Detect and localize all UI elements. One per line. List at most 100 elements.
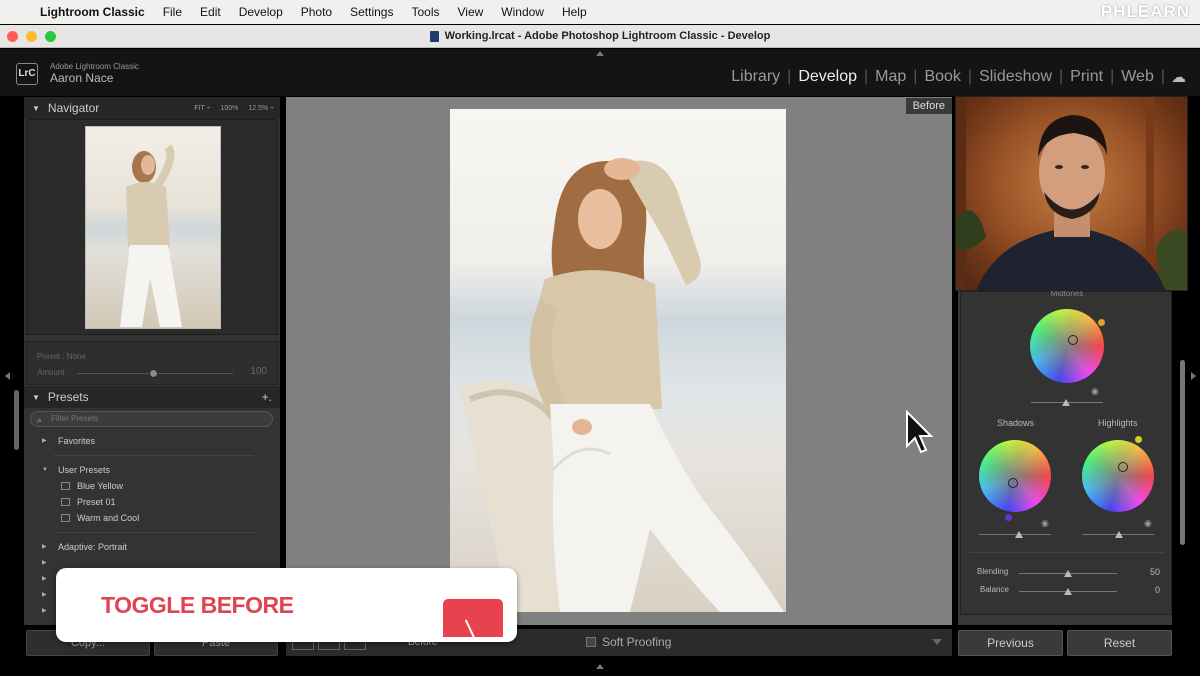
module-book[interactable]: Book xyxy=(917,68,967,86)
expand-triangle-icon: ▶ xyxy=(42,592,47,598)
menu-file[interactable]: File xyxy=(163,5,182,19)
module-separator: | xyxy=(1160,68,1165,85)
shadows-wheel-handle[interactable] xyxy=(1008,478,1018,488)
module-slideshow[interactable]: Slideshow xyxy=(972,68,1059,86)
soft-proofing-checkbox[interactable] xyxy=(586,637,596,647)
menu-window[interactable]: Window xyxy=(501,5,544,19)
balance-slider-knob[interactable] xyxy=(1064,588,1072,595)
preset-icon xyxy=(61,482,70,490)
highlights-luminance-knob[interactable] xyxy=(1115,531,1123,538)
preset-group-user-presets[interactable]: ▼ User Presets xyxy=(24,462,280,478)
menu-photo[interactable]: Photo xyxy=(301,5,332,19)
zoom-custom[interactable]: 12.5% ÷ xyxy=(248,105,274,112)
menu-tools[interactable]: Tools xyxy=(411,5,439,19)
preset-item-label: Blue Yellow xyxy=(77,481,124,491)
blending-slider-knob[interactable] xyxy=(1064,570,1072,577)
collapse-triangle-icon: ▼ xyxy=(32,392,40,402)
preset-icon xyxy=(61,498,70,506)
midtones-wheel-handle[interactable] xyxy=(1068,335,1078,345)
menu-develop[interactable]: Develop xyxy=(239,5,283,19)
main-photo[interactable] xyxy=(450,109,786,612)
module-develop[interactable]: Develop xyxy=(791,68,864,86)
minimize-window-button[interactable] xyxy=(26,31,37,42)
top-panel-toggle-icon[interactable] xyxy=(596,51,604,56)
window-title-bar: Working.lrcat - Adobe Photoshop Lightroo… xyxy=(0,25,1200,48)
menu-help[interactable]: Help xyxy=(562,5,587,19)
highlights-hue-marker[interactable] xyxy=(1135,436,1142,443)
balance-label: Balance xyxy=(980,585,1009,594)
module-library[interactable]: Library xyxy=(724,68,787,86)
menu-view[interactable]: View xyxy=(457,5,483,19)
menu-lightroom-classic[interactable]: Lightroom Classic xyxy=(40,5,145,19)
catalog-file-icon xyxy=(429,30,439,42)
shadows-color-wheel[interactable] xyxy=(979,440,1051,512)
close-window-button[interactable] xyxy=(7,31,18,42)
expand-triangle-icon: ▶ xyxy=(42,576,47,582)
preset-amount-panel: Preset : None Amount 100 xyxy=(26,341,278,385)
soft-proofing-toggle[interactable]: Soft Proofing xyxy=(586,635,671,649)
preset-item-preset-01[interactable]: Preset 01 xyxy=(24,494,280,510)
preset-group-label: Favorites xyxy=(58,436,96,446)
presenter-figure xyxy=(956,97,1187,290)
highlights-eye-icon[interactable]: ◉ xyxy=(1144,518,1152,529)
image-view[interactable]: Before xyxy=(286,97,952,625)
menu-edit[interactable]: Edit xyxy=(200,5,221,19)
blending-value[interactable]: 50 xyxy=(1150,567,1160,577)
identity-user-name: Aaron Nace xyxy=(50,71,114,85)
navigator-header[interactable]: ▼ Navigator FIT ÷ 100% 12.5% ÷ xyxy=(24,97,280,119)
toolbar-content-menu-icon[interactable] xyxy=(932,639,942,645)
left-panel-toggle-icon[interactable] xyxy=(5,372,10,380)
midtones-hue-marker[interactable] xyxy=(1098,319,1105,326)
presets-header[interactable]: ▼ Presets +. xyxy=(24,386,280,408)
zoom-100[interactable]: 100% xyxy=(220,105,238,112)
shadows-hue-marker[interactable] xyxy=(1005,514,1012,521)
right-panel-toggle-icon[interactable] xyxy=(1191,372,1196,380)
preset-group-label: Adaptive: Portrait xyxy=(58,542,128,552)
cloud-icon[interactable]: ☁ xyxy=(1171,68,1186,86)
midtones-luminance-knob[interactable] xyxy=(1062,399,1070,406)
preset-item-warm-and-cool[interactable]: Warm and Cool xyxy=(24,510,280,526)
left-panel-scrollbar[interactable] xyxy=(14,390,19,450)
balance-value[interactable]: 0 xyxy=(1155,585,1160,595)
navigator-thumbnail[interactable] xyxy=(85,126,221,329)
preset-item-blue-yellow[interactable]: Blue Yellow xyxy=(24,478,280,494)
previous-button[interactable]: Previous xyxy=(958,630,1063,656)
zoom-window-button[interactable] xyxy=(45,31,56,42)
amount-value[interactable]: 100 xyxy=(250,366,267,377)
highlights-color-wheel[interactable] xyxy=(1082,440,1154,512)
highlights-wheel-handle[interactable] xyxy=(1118,462,1128,472)
amount-slider-knob[interactable] xyxy=(149,369,158,378)
zoom-fit[interactable]: FIT ÷ xyxy=(194,105,210,112)
identity-app-name: Adobe Lightroom Classic xyxy=(50,62,139,71)
navigator-preview[interactable] xyxy=(26,119,278,335)
menu-settings[interactable]: Settings xyxy=(350,5,393,19)
module-print[interactable]: Print xyxy=(1063,68,1110,86)
reset-button[interactable]: Reset xyxy=(1067,630,1172,656)
module-map[interactable]: Map xyxy=(868,68,913,86)
module-web[interactable]: Web xyxy=(1114,68,1161,86)
divider xyxy=(969,552,1165,553)
filmstrip-toggle-icon[interactable] xyxy=(596,664,604,669)
navigator-title: Navigator xyxy=(47,101,100,115)
mouse-cursor-icon xyxy=(906,410,934,454)
preset-group-adaptive-portrait[interactable]: ▶ Adaptive: Portrait xyxy=(24,539,280,555)
midtones-color-wheel[interactable] xyxy=(1030,309,1104,383)
preset-item-label: Preset 01 xyxy=(77,497,116,507)
right-panel-buttons: Previous Reset xyxy=(958,630,1172,656)
add-preset-button[interactable]: +. xyxy=(262,390,280,404)
navigator-photo-figure xyxy=(120,144,182,327)
expand-triangle-icon: ▶ xyxy=(42,608,47,614)
filter-presets-input[interactable]: ⌕ Filter Presets xyxy=(30,411,273,427)
shadows-eye-icon[interactable]: ◉ xyxy=(1041,518,1049,529)
expand-triangle-icon: ▶ xyxy=(42,560,47,566)
search-icon: ⌕ xyxy=(37,415,43,425)
filter-placeholder: Filter Presets xyxy=(51,414,99,423)
collapse-triangle-icon: ▼ xyxy=(32,103,40,113)
main-photo-figure xyxy=(460,158,784,612)
left-panel: ▼ Navigator FIT ÷ 100% 12.5% ÷ Preset : … xyxy=(24,97,280,625)
midtones-eye-icon[interactable]: ◉ xyxy=(1091,386,1099,397)
right-panel-scrollbar[interactable] xyxy=(1180,360,1185,545)
preset-group-favorites[interactable]: ▶ Favorites xyxy=(24,433,280,449)
shadows-luminance-knob[interactable] xyxy=(1015,531,1023,538)
module-picker: Library | Develop | Map | Book | Slideshow | … xyxy=(724,68,1186,86)
